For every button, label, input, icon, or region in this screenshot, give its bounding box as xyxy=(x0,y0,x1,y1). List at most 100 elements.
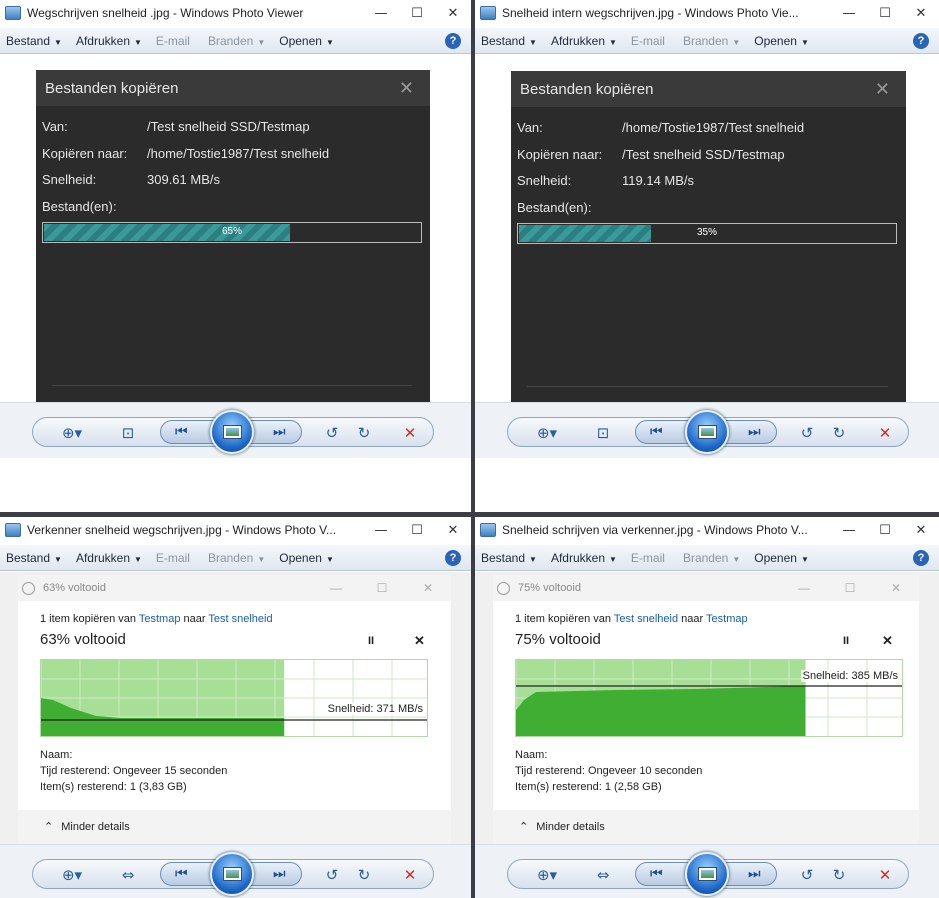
help-icon[interactable]: ? xyxy=(445,550,461,566)
previous-icon[interactable]: ⏮ xyxy=(175,423,188,441)
menu-item-e-mail[interactable]: E-mail xyxy=(156,551,194,565)
slideshow-button[interactable] xyxy=(685,852,729,896)
help-icon[interactable]: ? xyxy=(913,550,929,566)
delete-icon[interactable]: ✕ xyxy=(874,864,896,886)
previous-icon[interactable]: ⏮ xyxy=(650,865,663,883)
menu-item-openen[interactable]: Openen ▼ xyxy=(279,34,334,48)
menu-item-openen[interactable]: Openen ▼ xyxy=(754,551,809,565)
help-icon[interactable]: ? xyxy=(445,33,461,49)
maximize-button[interactable]: ☐ xyxy=(399,523,435,538)
minimize-button[interactable]: — xyxy=(831,523,867,538)
destination-folder-link[interactable]: Test snelheid xyxy=(208,613,272,625)
dialog-title: Bestanden kopiëren xyxy=(520,80,654,98)
next-icon[interactable]: ⏭ xyxy=(273,423,286,441)
copy-description: 1 item kopiëren van Test snelheid naar T… xyxy=(515,613,748,625)
menu-item-e-mail[interactable]: E-mail xyxy=(631,34,669,48)
actual-size-icon[interactable]: ⊡ xyxy=(117,422,139,444)
less-details-toggle[interactable]: ⌃ Minder details xyxy=(493,810,919,844)
rotate-left-icon[interactable]: ↺ xyxy=(796,422,818,444)
help-icon[interactable]: ? xyxy=(913,33,929,49)
zoom-icon[interactable]: ⊕▾ xyxy=(61,422,83,444)
next-icon[interactable]: ⏭ xyxy=(748,865,761,883)
pause-button[interactable]: II xyxy=(843,635,849,647)
close-button[interactable]: ✕ xyxy=(873,581,919,595)
rotate-right-icon[interactable]: ↻ xyxy=(353,864,375,886)
previous-icon[interactable]: ⏮ xyxy=(650,423,663,441)
close-window-button[interactable]: ✕ xyxy=(435,6,471,21)
less-details-toggle[interactable]: ⌃ Minder details xyxy=(18,810,451,844)
maximize-button[interactable]: ☐ xyxy=(867,523,903,538)
menu-item-e-mail[interactable]: E-mail xyxy=(156,34,194,48)
slideshow-icon xyxy=(698,425,717,439)
minimize-button[interactable]: — xyxy=(831,6,867,21)
close-window-button[interactable]: ✕ xyxy=(903,6,939,21)
menu-item-branden[interactable]: Branden ▼ xyxy=(208,34,265,48)
menu-item-bestand[interactable]: Bestand ▼ xyxy=(481,34,537,48)
rotate-left-icon[interactable]: ↺ xyxy=(321,864,343,886)
minimize-button[interactable]: — xyxy=(363,6,399,21)
zoom-icon[interactable]: ⊕▾ xyxy=(536,422,558,444)
close-window-button[interactable]: ✕ xyxy=(903,523,939,538)
previous-icon[interactable]: ⏮ xyxy=(175,865,188,883)
maximize-button[interactable]: ☐ xyxy=(827,581,873,595)
cancel-copy-button[interactable]: ✕ xyxy=(414,633,425,649)
menu-item-e-mail[interactable]: E-mail xyxy=(631,551,669,565)
slideshow-button[interactable] xyxy=(210,852,254,896)
menu-item-bestand[interactable]: Bestand ▼ xyxy=(6,34,62,48)
menu-item-openen[interactable]: Openen ▼ xyxy=(279,551,334,565)
window-title: Snelheid schrijven via verkenner.jpg - W… xyxy=(502,523,808,537)
destination-folder-link[interactable]: Testmap xyxy=(706,613,748,625)
minimize-button[interactable]: — xyxy=(313,581,359,595)
close-button[interactable]: ✕ xyxy=(405,581,451,595)
rotate-left-icon[interactable]: ↺ xyxy=(321,422,343,444)
viewer-toolbar-area: ⊕▾ ⊡ ⏮ ⏭ ↺ ↻ ✕ xyxy=(475,402,939,458)
rotate-right-icon[interactable]: ↻ xyxy=(828,422,850,444)
field-label: Bestand(en): xyxy=(517,200,592,215)
menu-item-bestand[interactable]: Bestand ▼ xyxy=(481,551,537,565)
speed-area xyxy=(516,686,806,736)
chevron-down-icon: ▼ xyxy=(529,37,537,47)
divider xyxy=(527,386,888,387)
menu-item-afdrukken[interactable]: Afdrukken ▼ xyxy=(551,551,617,565)
fit-width-icon[interactable]: ⇔ xyxy=(117,864,139,886)
delete-icon[interactable]: ✕ xyxy=(399,422,421,444)
slideshow-button[interactable] xyxy=(210,410,254,454)
delete-icon[interactable]: ✕ xyxy=(399,864,421,886)
minimize-button[interactable]: — xyxy=(363,523,399,538)
chevron-down-icon: ▼ xyxy=(54,37,62,47)
maximize-button[interactable]: ☐ xyxy=(867,6,903,21)
menu-item-afdrukken[interactable]: Afdrukken ▼ xyxy=(76,34,142,48)
speed-label: Snelheid: 385 MB/s xyxy=(800,670,900,682)
zoom-icon[interactable]: ⊕▾ xyxy=(61,864,83,886)
source-folder-link[interactable]: Testmap xyxy=(139,613,181,625)
close-icon[interactable]: ✕ xyxy=(399,78,414,99)
close-window-button[interactable]: ✕ xyxy=(435,523,471,538)
menu-item-bestand[interactable]: Bestand ▼ xyxy=(6,551,62,565)
maximize-button[interactable]: ☐ xyxy=(399,6,435,21)
zoom-icon[interactable]: ⊕▾ xyxy=(536,864,558,886)
cancel-copy-button[interactable]: ✕ xyxy=(882,633,893,649)
rotate-left-icon[interactable]: ↺ xyxy=(796,864,818,886)
divider xyxy=(52,385,412,386)
menu-item-branden[interactable]: Branden ▼ xyxy=(683,34,740,48)
next-icon[interactable]: ⏭ xyxy=(748,423,761,441)
maximize-button[interactable]: ☐ xyxy=(359,581,405,595)
copy-prefix: 1 item kopiëren van xyxy=(515,613,614,625)
menu-item-label: Bestand xyxy=(481,33,526,48)
actual-size-icon[interactable]: ⊡ xyxy=(592,422,614,444)
menu-item-branden[interactable]: Branden ▼ xyxy=(208,551,265,565)
menu-item-branden[interactable]: Branden ▼ xyxy=(683,551,740,565)
delete-icon[interactable]: ✕ xyxy=(874,422,896,444)
next-icon[interactable]: ⏭ xyxy=(273,865,286,883)
pause-button[interactable]: II xyxy=(368,635,374,647)
rotate-right-icon[interactable]: ↻ xyxy=(828,864,850,886)
minimize-button[interactable]: — xyxy=(781,581,827,595)
menu-item-afdrukken[interactable]: Afdrukken ▼ xyxy=(76,551,142,565)
source-folder-link[interactable]: Test snelheid xyxy=(614,613,678,625)
menu-item-openen[interactable]: Openen ▼ xyxy=(754,34,809,48)
rotate-right-icon[interactable]: ↻ xyxy=(353,422,375,444)
menu-item-afdrukken[interactable]: Afdrukken ▼ xyxy=(551,34,617,48)
close-icon[interactable]: ✕ xyxy=(875,79,890,100)
slideshow-button[interactable] xyxy=(685,410,729,454)
fit-width-icon[interactable]: ⇔ xyxy=(592,864,614,886)
